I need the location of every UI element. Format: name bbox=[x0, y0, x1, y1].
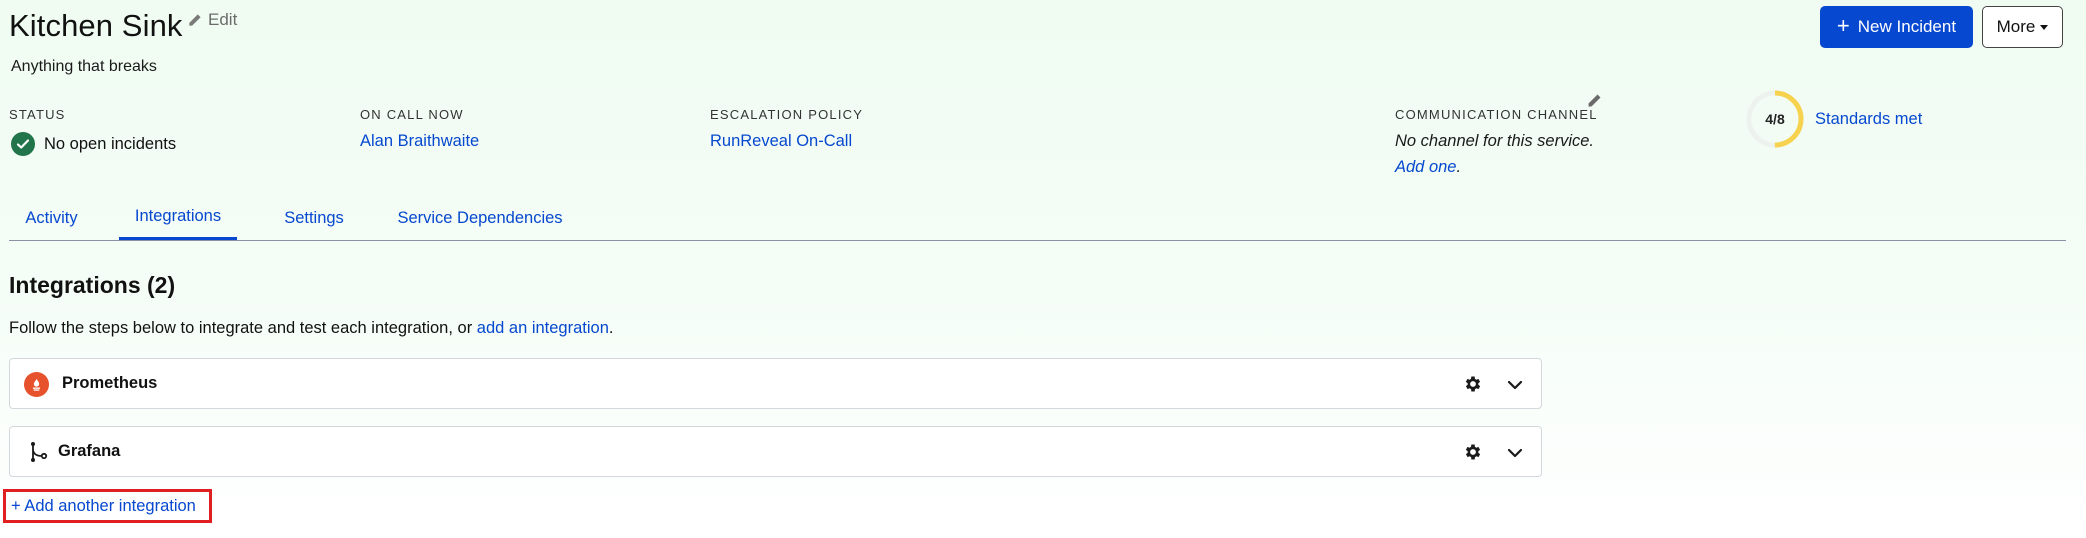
prometheus-icon bbox=[24, 372, 49, 397]
plus-icon: + bbox=[1836, 13, 1850, 38]
pencil-icon bbox=[189, 13, 201, 26]
escalation-policy-label: ESCALATION POLICY bbox=[710, 107, 864, 122]
integration-card-prometheus[interactable]: Prometheus bbox=[9, 358, 1542, 409]
integration-name: Grafana bbox=[58, 442, 121, 460]
tab-integrations[interactable]: Integrations bbox=[119, 196, 237, 240]
on-call-user-link[interactable]: Alan Braithwaite bbox=[360, 132, 479, 151]
communication-channel-label: COMMUNICATION CHANNEL bbox=[1395, 107, 1598, 122]
status-text: No open incidents bbox=[44, 134, 177, 153]
helper-suffix: . bbox=[608, 319, 614, 337]
add-another-integration-link[interactable]: + Add another integration bbox=[3, 489, 212, 523]
on-call-label: ON CALL NOW bbox=[360, 107, 464, 122]
helper-prefix: Follow the steps below to integrate and … bbox=[9, 319, 477, 337]
gear-icon[interactable] bbox=[1463, 374, 1483, 394]
grafana-icon bbox=[31, 442, 48, 462]
tab-service-dependencies[interactable]: Service Dependencies bbox=[385, 196, 575, 240]
service-page: Kitchen Sink Edit Anything that breaks +… bbox=[0, 0, 2086, 538]
escalation-policy-link[interactable]: RunReveal On-Call bbox=[710, 132, 852, 151]
more-label: More bbox=[1996, 17, 2036, 36]
service-tabs: Activity Integrations Settings Service D… bbox=[9, 196, 2066, 241]
status-value: No open incidents bbox=[11, 132, 176, 156]
add-integration-link[interactable]: add an integration bbox=[477, 319, 609, 337]
edit-label: Edit bbox=[208, 10, 238, 29]
edit-channel-pencil-icon[interactable] bbox=[1586, 93, 1602, 109]
add-channel-row: Add one. bbox=[1395, 158, 1461, 177]
service-description: Anything that breaks bbox=[11, 58, 157, 75]
new-incident-label: New Incident bbox=[1857, 17, 1957, 36]
status-label: STATUS bbox=[9, 107, 66, 122]
edit-button[interactable]: Edit bbox=[187, 10, 237, 30]
add-channel-link[interactable]: Add one bbox=[1395, 158, 1456, 176]
new-incident-button[interactable]: + New Incident bbox=[1820, 6, 1973, 48]
integrations-title: Integrations (2) bbox=[9, 272, 176, 298]
integration-card-grafana[interactable]: Grafana bbox=[9, 426, 1542, 477]
more-dropdown-button[interactable]: More bbox=[1982, 6, 2063, 48]
tab-activity[interactable]: Activity bbox=[9, 196, 94, 240]
standards-score-text: 4/8 bbox=[1765, 111, 1785, 127]
tab-settings[interactable]: Settings bbox=[267, 196, 361, 240]
chevron-down-icon[interactable] bbox=[1506, 376, 1524, 394]
check-circle-icon bbox=[11, 132, 35, 156]
communication-channel-value: No channel for this service. bbox=[1395, 132, 1595, 150]
gear-icon[interactable] bbox=[1463, 442, 1483, 462]
add-channel-suffix: . bbox=[1456, 158, 1462, 176]
page-title: Kitchen Sink bbox=[9, 8, 183, 43]
chevron-down-icon[interactable] bbox=[1506, 444, 1524, 462]
integration-name: Prometheus bbox=[62, 374, 158, 392]
caret-down-icon bbox=[2040, 24, 2049, 30]
integrations-helper-text: Follow the steps below to integrate and … bbox=[9, 319, 613, 338]
standards-met-link[interactable]: Standards met bbox=[1815, 110, 1922, 129]
